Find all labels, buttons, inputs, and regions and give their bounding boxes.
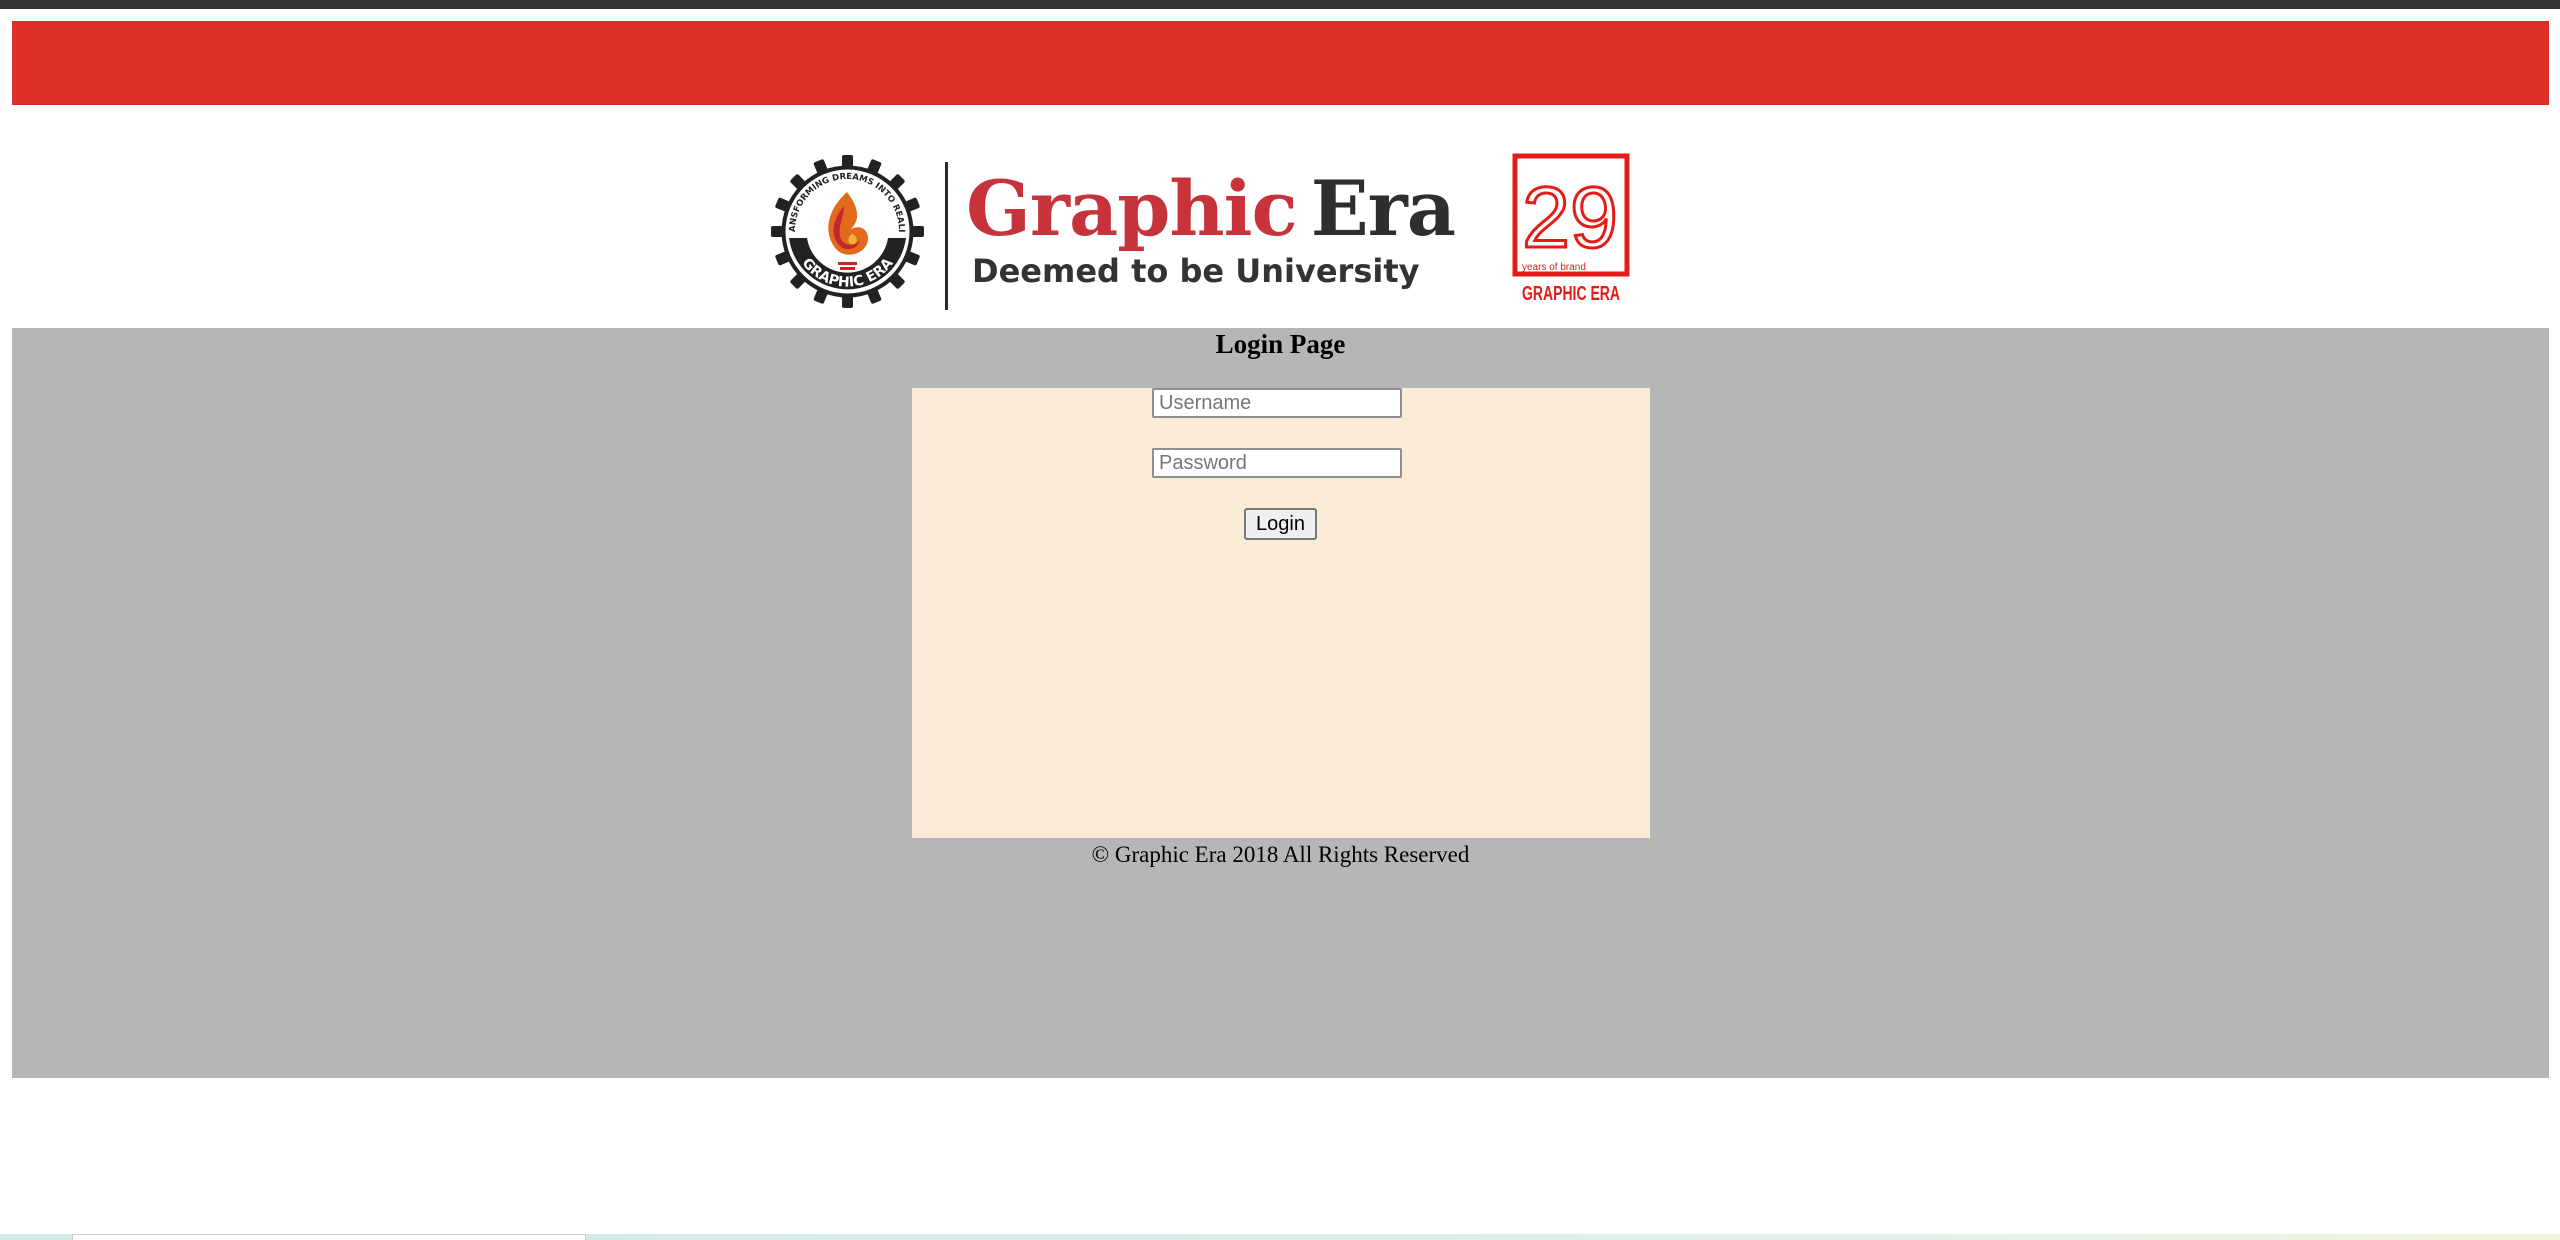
- password-input[interactable]: [1152, 448, 1402, 478]
- login-button[interactable]: Login: [1244, 508, 1317, 540]
- brand-wordmark: Graphic Era: [966, 164, 1456, 254]
- svg-text:29: 29: [1522, 170, 1618, 266]
- login-form: Login: [912, 388, 1650, 838]
- page-title: Login Page: [1215, 329, 1346, 359]
- svg-text:GRAPHIC ERA: GRAPHIC ERA: [1522, 283, 1620, 305]
- browser-top-strip: [0, 0, 2560, 9]
- brand-name-primary: Graphic: [966, 164, 1298, 253]
- brand-name-secondary: Era: [1310, 164, 1456, 253]
- login-panel: Login Page Login © Graphic Era 2018 All …: [12, 328, 2549, 1078]
- logo-area: TRANSFORMING DREAMS INTO REALITY GRAPHIC…: [770, 150, 1630, 315]
- anniversary-badge-logo: 29 years of brand GRAPHIC ERA: [1512, 153, 1630, 305]
- university-seal-logo: TRANSFORMING DREAMS INTO REALITY GRAPHIC…: [770, 154, 924, 308]
- copyright-text: © Graphic Era 2018 All Rights Reserved: [1091, 842, 1470, 867]
- logo-divider: [945, 162, 948, 310]
- username-input[interactable]: [1152, 388, 1402, 418]
- header-banner: [12, 21, 2549, 105]
- bottom-tab: [72, 1234, 586, 1240]
- brand-tagline: Deemed to be University: [972, 252, 1420, 290]
- svg-text:years of brand: years of brand: [1522, 262, 1586, 273]
